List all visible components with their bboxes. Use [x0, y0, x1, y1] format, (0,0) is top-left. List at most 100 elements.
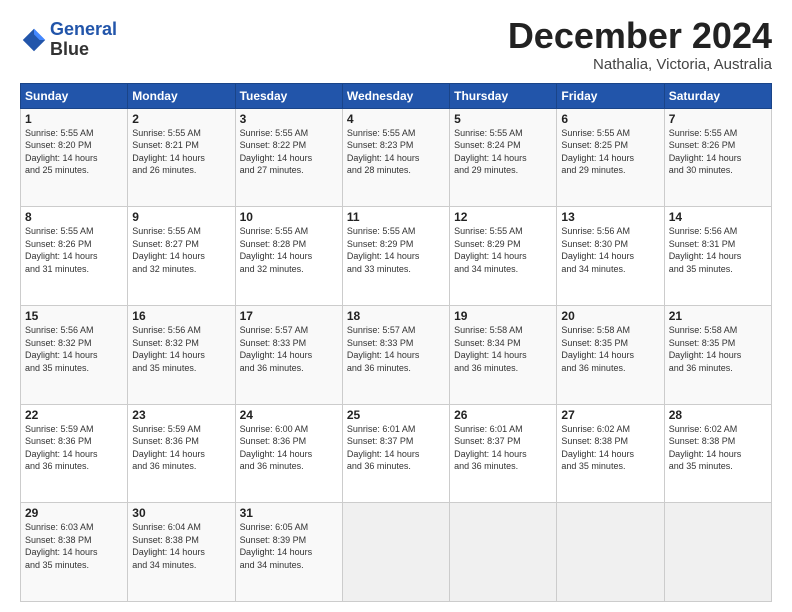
table-row: 8Sunrise: 5:55 AM Sunset: 8:26 PM Daylig… [21, 207, 128, 306]
table-row: 7Sunrise: 5:55 AM Sunset: 8:26 PM Daylig… [664, 108, 771, 207]
table-row: 23Sunrise: 5:59 AM Sunset: 8:36 PM Dayli… [128, 404, 235, 503]
day-number: 16 [132, 309, 230, 323]
day-info: Sunrise: 5:55 AM Sunset: 8:23 PM Dayligh… [347, 127, 445, 177]
day-number: 11 [347, 210, 445, 224]
calendar-table: Sunday Monday Tuesday Wednesday Thursday… [20, 83, 772, 602]
day-info: Sunrise: 5:55 AM Sunset: 8:26 PM Dayligh… [25, 225, 123, 275]
day-number: 18 [347, 309, 445, 323]
day-info: Sunrise: 5:55 AM Sunset: 8:29 PM Dayligh… [347, 225, 445, 275]
table-row [450, 503, 557, 602]
day-number: 1 [25, 112, 123, 126]
table-row: 20Sunrise: 5:58 AM Sunset: 8:35 PM Dayli… [557, 305, 664, 404]
col-wednesday: Wednesday [342, 83, 449, 108]
location-subtitle: Nathalia, Victoria, Australia [508, 56, 772, 73]
title-block: December 2024 Nathalia, Victoria, Austra… [508, 16, 772, 73]
table-row: 27Sunrise: 6:02 AM Sunset: 8:38 PM Dayli… [557, 404, 664, 503]
col-saturday: Saturday [664, 83, 771, 108]
day-info: Sunrise: 6:01 AM Sunset: 8:37 PM Dayligh… [454, 423, 552, 473]
table-row: 18Sunrise: 5:57 AM Sunset: 8:33 PM Dayli… [342, 305, 449, 404]
day-info: Sunrise: 5:55 AM Sunset: 8:20 PM Dayligh… [25, 127, 123, 177]
table-row: 6Sunrise: 5:55 AM Sunset: 8:25 PM Daylig… [557, 108, 664, 207]
logo-icon [20, 26, 48, 54]
table-row: 24Sunrise: 6:00 AM Sunset: 8:36 PM Dayli… [235, 404, 342, 503]
table-row: 31Sunrise: 6:05 AM Sunset: 8:39 PM Dayli… [235, 503, 342, 602]
page: General Blue December 2024 Nathalia, Vic… [0, 0, 792, 612]
month-title: December 2024 [508, 16, 772, 56]
day-info: Sunrise: 5:58 AM Sunset: 8:34 PM Dayligh… [454, 324, 552, 374]
day-info: Sunrise: 6:04 AM Sunset: 8:38 PM Dayligh… [132, 521, 230, 571]
day-number: 23 [132, 408, 230, 422]
day-number: 15 [25, 309, 123, 323]
table-row: 1Sunrise: 5:55 AM Sunset: 8:20 PM Daylig… [21, 108, 128, 207]
day-info: Sunrise: 5:58 AM Sunset: 8:35 PM Dayligh… [669, 324, 767, 374]
day-info: Sunrise: 5:55 AM Sunset: 8:24 PM Dayligh… [454, 127, 552, 177]
day-info: Sunrise: 5:55 AM Sunset: 8:27 PM Dayligh… [132, 225, 230, 275]
day-info: Sunrise: 6:02 AM Sunset: 8:38 PM Dayligh… [669, 423, 767, 473]
day-number: 17 [240, 309, 338, 323]
table-row: 29Sunrise: 6:03 AM Sunset: 8:38 PM Dayli… [21, 503, 128, 602]
day-info: Sunrise: 6:00 AM Sunset: 8:36 PM Dayligh… [240, 423, 338, 473]
calendar-header-row: Sunday Monday Tuesday Wednesday Thursday… [21, 83, 772, 108]
table-row: 19Sunrise: 5:58 AM Sunset: 8:34 PM Dayli… [450, 305, 557, 404]
header: General Blue December 2024 Nathalia, Vic… [20, 16, 772, 73]
day-number: 5 [454, 112, 552, 126]
table-row: 26Sunrise: 6:01 AM Sunset: 8:37 PM Dayli… [450, 404, 557, 503]
day-number: 30 [132, 506, 230, 520]
day-number: 27 [561, 408, 659, 422]
day-number: 12 [454, 210, 552, 224]
day-number: 22 [25, 408, 123, 422]
day-number: 10 [240, 210, 338, 224]
table-row [342, 503, 449, 602]
logo: General Blue [20, 20, 117, 60]
table-row: 22Sunrise: 5:59 AM Sunset: 8:36 PM Dayli… [21, 404, 128, 503]
table-row: 5Sunrise: 5:55 AM Sunset: 8:24 PM Daylig… [450, 108, 557, 207]
day-number: 14 [669, 210, 767, 224]
day-info: Sunrise: 5:58 AM Sunset: 8:35 PM Dayligh… [561, 324, 659, 374]
day-number: 29 [25, 506, 123, 520]
day-number: 9 [132, 210, 230, 224]
table-row: 28Sunrise: 6:02 AM Sunset: 8:38 PM Dayli… [664, 404, 771, 503]
table-row: 3Sunrise: 5:55 AM Sunset: 8:22 PM Daylig… [235, 108, 342, 207]
day-info: Sunrise: 5:57 AM Sunset: 8:33 PM Dayligh… [240, 324, 338, 374]
day-info: Sunrise: 6:03 AM Sunset: 8:38 PM Dayligh… [25, 521, 123, 571]
table-row: 4Sunrise: 5:55 AM Sunset: 8:23 PM Daylig… [342, 108, 449, 207]
day-number: 25 [347, 408, 445, 422]
day-number: 8 [25, 210, 123, 224]
day-info: Sunrise: 5:55 AM Sunset: 8:21 PM Dayligh… [132, 127, 230, 177]
day-info: Sunrise: 5:56 AM Sunset: 8:31 PM Dayligh… [669, 225, 767, 275]
day-info: Sunrise: 6:02 AM Sunset: 8:38 PM Dayligh… [561, 423, 659, 473]
day-number: 26 [454, 408, 552, 422]
day-info: Sunrise: 5:56 AM Sunset: 8:32 PM Dayligh… [132, 324, 230, 374]
table-row: 12Sunrise: 5:55 AM Sunset: 8:29 PM Dayli… [450, 207, 557, 306]
day-number: 7 [669, 112, 767, 126]
day-info: Sunrise: 5:55 AM Sunset: 8:26 PM Dayligh… [669, 127, 767, 177]
day-info: Sunrise: 6:01 AM Sunset: 8:37 PM Dayligh… [347, 423, 445, 473]
day-number: 6 [561, 112, 659, 126]
table-row: 10Sunrise: 5:55 AM Sunset: 8:28 PM Dayli… [235, 207, 342, 306]
day-number: 4 [347, 112, 445, 126]
day-number: 28 [669, 408, 767, 422]
day-info: Sunrise: 5:55 AM Sunset: 8:22 PM Dayligh… [240, 127, 338, 177]
table-row: 11Sunrise: 5:55 AM Sunset: 8:29 PM Dayli… [342, 207, 449, 306]
day-info: Sunrise: 5:55 AM Sunset: 8:29 PM Dayligh… [454, 225, 552, 275]
table-row: 30Sunrise: 6:04 AM Sunset: 8:38 PM Dayli… [128, 503, 235, 602]
day-info: Sunrise: 5:59 AM Sunset: 8:36 PM Dayligh… [25, 423, 123, 473]
col-friday: Friday [557, 83, 664, 108]
day-info: Sunrise: 5:57 AM Sunset: 8:33 PM Dayligh… [347, 324, 445, 374]
table-row: 16Sunrise: 5:56 AM Sunset: 8:32 PM Dayli… [128, 305, 235, 404]
table-row: 14Sunrise: 5:56 AM Sunset: 8:31 PM Dayli… [664, 207, 771, 306]
table-row: 17Sunrise: 5:57 AM Sunset: 8:33 PM Dayli… [235, 305, 342, 404]
day-number: 13 [561, 210, 659, 224]
table-row: 15Sunrise: 5:56 AM Sunset: 8:32 PM Dayli… [21, 305, 128, 404]
table-row: 2Sunrise: 5:55 AM Sunset: 8:21 PM Daylig… [128, 108, 235, 207]
table-row: 21Sunrise: 5:58 AM Sunset: 8:35 PM Dayli… [664, 305, 771, 404]
day-info: Sunrise: 5:56 AM Sunset: 8:30 PM Dayligh… [561, 225, 659, 275]
table-row: 9Sunrise: 5:55 AM Sunset: 8:27 PM Daylig… [128, 207, 235, 306]
col-tuesday: Tuesday [235, 83, 342, 108]
table-row [664, 503, 771, 602]
day-number: 24 [240, 408, 338, 422]
day-number: 20 [561, 309, 659, 323]
logo-text: General Blue [50, 20, 117, 60]
day-info: Sunrise: 6:05 AM Sunset: 8:39 PM Dayligh… [240, 521, 338, 571]
day-info: Sunrise: 5:59 AM Sunset: 8:36 PM Dayligh… [132, 423, 230, 473]
